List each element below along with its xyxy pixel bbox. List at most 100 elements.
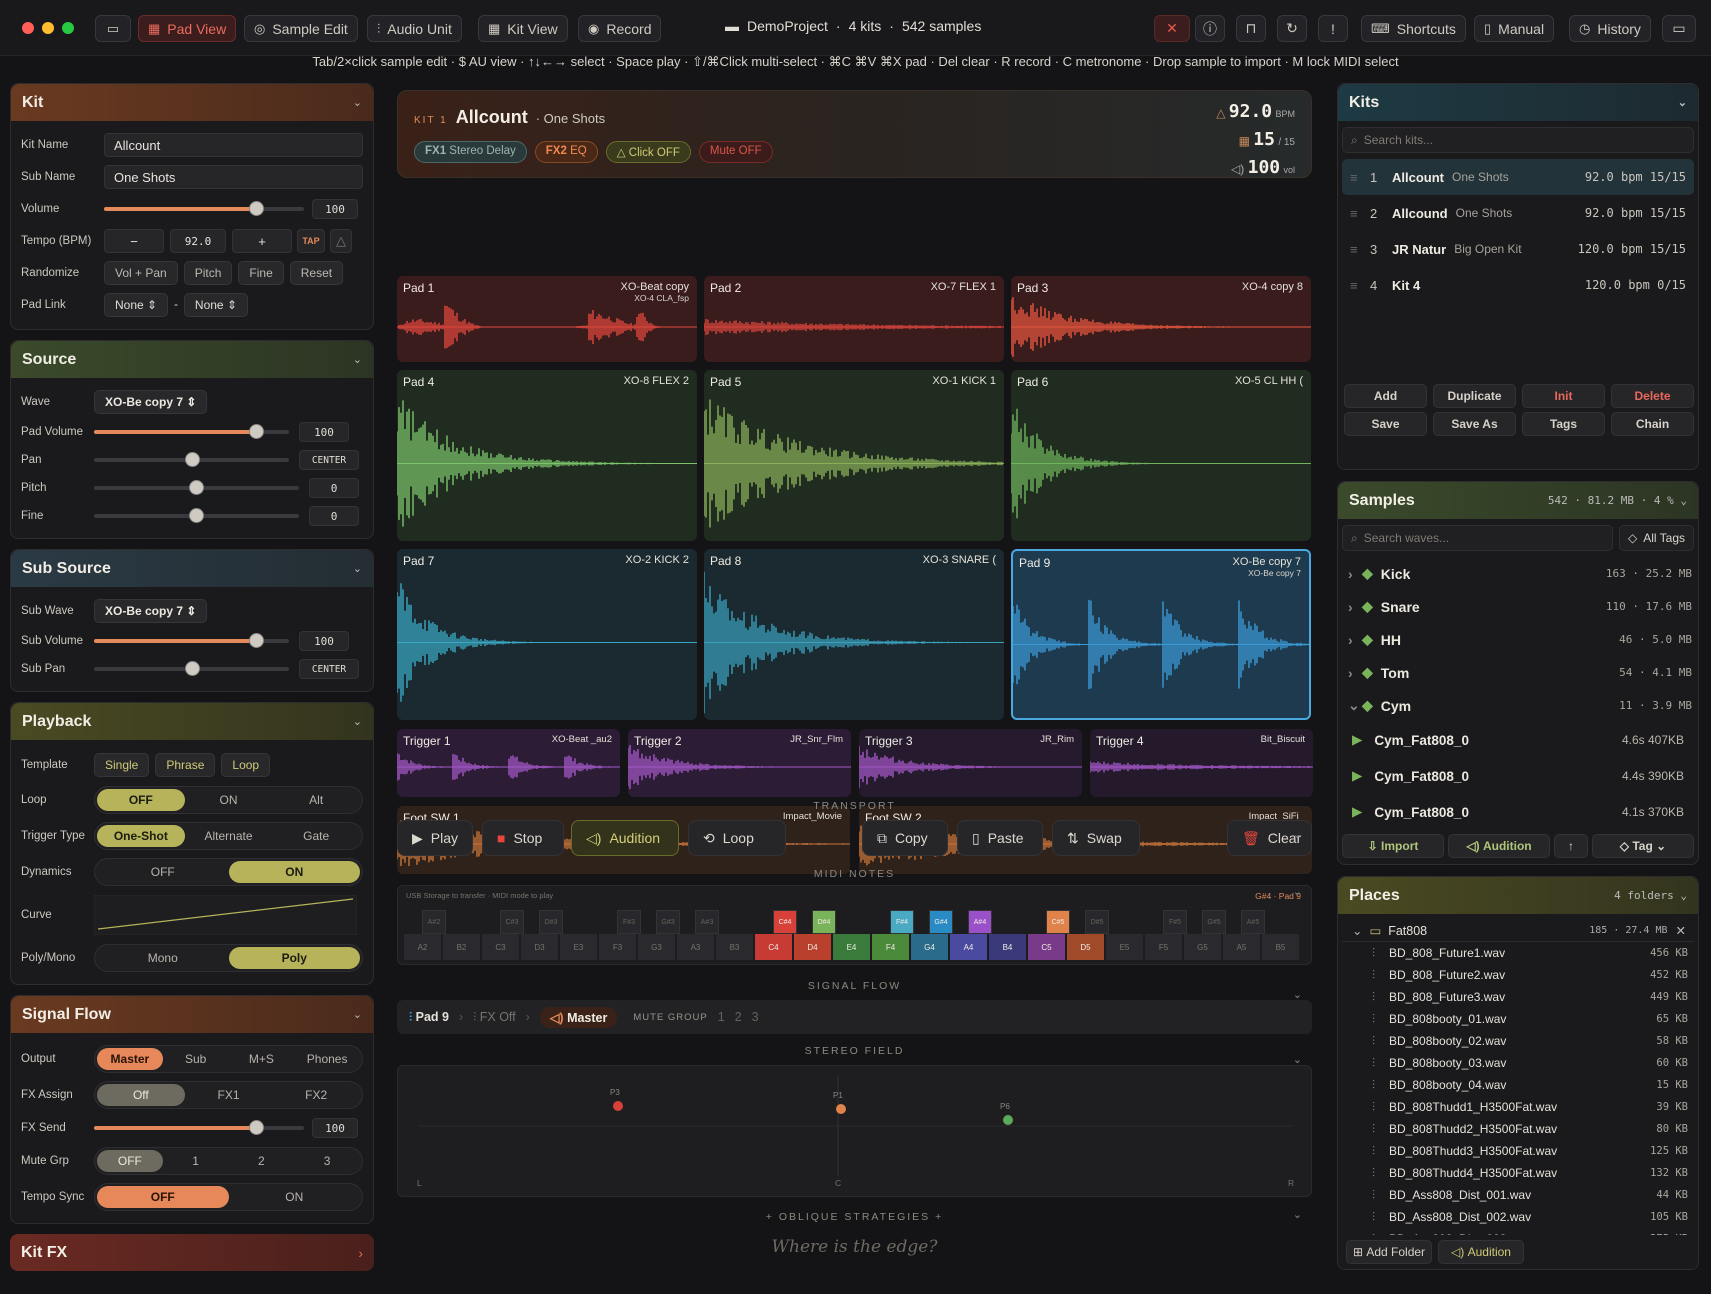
inspector-toggle-button[interactable]: ▭	[1662, 15, 1696, 42]
fx-assign-fx1-option[interactable]: FX1	[185, 1084, 273, 1106]
audio-unit-button[interactable]: ⫶ Audio Unit	[367, 15, 462, 42]
sub-pan-value[interactable]: CENTER	[299, 659, 359, 679]
places-panel-header[interactable]: Places 4 folders ⌄	[1338, 877, 1698, 914]
play-icon[interactable]: ▶	[1352, 768, 1362, 784]
folder-row[interactable]: ⌄ ▭ Fat808 185 · 27.4 MB ✕	[1342, 920, 1694, 942]
close-window-button[interactable]	[22, 22, 34, 34]
signal-pad-chip[interactable]: ⫶ Pad 9	[409, 1010, 449, 1025]
trigger-gate-option[interactable]: Gate	[272, 825, 360, 847]
midi-black-key[interactable]: C#3	[500, 910, 524, 934]
kit-name-field[interactable]: Allcount	[104, 133, 363, 157]
mute-group-option[interactable]: 2	[735, 1010, 742, 1024]
midi-black-key[interactable]: A#5	[1241, 910, 1265, 934]
midi-white-key[interactable]: G4	[911, 934, 948, 960]
shortcuts-button[interactable]: ⌨ Shortcuts	[1361, 15, 1466, 42]
chevron-down-icon[interactable]: ⌄	[1293, 1053, 1302, 1066]
pad-3[interactable]: Pad 3 XO-4 copy 8	[1011, 276, 1311, 362]
sub-volume-slider[interactable]	[94, 633, 289, 648]
fx-send-slider[interactable]	[94, 1120, 304, 1135]
midi-white-key[interactable]: E4	[833, 934, 870, 960]
drag-handle-icon[interactable]: ≡	[1350, 242, 1370, 257]
loop-on-option[interactable]: ON	[185, 789, 273, 811]
file-row[interactable]: ⫶ BD_808booty_01.wav 65 KB	[1338, 1008, 1698, 1030]
file-row[interactable]: ⫶ BD_808booty_04.wav 15 KB	[1338, 1074, 1698, 1096]
midi-white-key[interactable]: C3	[482, 934, 519, 960]
pad-link-select-a[interactable]: None ⇕	[104, 293, 169, 317]
kit-volume-value[interactable]: 100	[312, 199, 358, 219]
midi-white-key[interactable]: F4	[872, 934, 909, 960]
record-button[interactable]: ◉ Record	[578, 15, 662, 42]
signal-fx-chip[interactable]: ⫶ FX Off	[473, 1010, 516, 1025]
kit-row[interactable]: ≡ 2 Allcound One Shots 92.0 bpm 15/15	[1342, 195, 1694, 231]
poly-option[interactable]: Poly	[228, 947, 360, 969]
tempo-sync-off-option[interactable]: OFF	[97, 1186, 229, 1208]
pitch-slider[interactable]	[94, 480, 299, 495]
midi-white-key[interactable]: G5	[1184, 934, 1221, 960]
midi-black-key[interactable]: F#5	[1163, 910, 1187, 934]
dynamics-off-option[interactable]: OFF	[97, 861, 229, 883]
midi-white-key[interactable]: C4	[755, 934, 792, 960]
midi-black-key[interactable]: G#4	[929, 910, 953, 934]
sample-item-row[interactable]: ▶ Cym_Fat808_0 4.1s 370KB	[1338, 794, 1698, 830]
file-row[interactable]: ⫶ BD_808booty_02.wav 58 KB	[1338, 1030, 1698, 1052]
fine-slider[interactable]	[94, 508, 299, 523]
pad-view-button[interactable]: ▦ Pad View	[138, 15, 237, 42]
kit-action-add-button[interactable]: Add	[1344, 384, 1427, 408]
randomize-vol-pan-button[interactable]: Vol + Pan	[104, 261, 178, 285]
trigger-pad-1[interactable]: Trigger 1 XO-Beat _au2	[397, 729, 620, 797]
samples-search-input[interactable]: ⌕ Search waves...	[1342, 525, 1613, 551]
mute-group-option[interactable]: 3	[752, 1010, 759, 1024]
stereo-point-p6[interactable]	[1003, 1115, 1013, 1125]
midi-black-key[interactable]: G#5	[1202, 910, 1226, 934]
play-icon[interactable]: ▶	[1352, 804, 1362, 820]
midi-black-key[interactable]: A#3	[695, 910, 719, 934]
fx-assign-fx2-option[interactable]: FX2	[272, 1084, 360, 1106]
sub-name-field[interactable]: One Shots	[104, 165, 363, 189]
kit-section-header[interactable]: Kit ⌄	[11, 84, 373, 121]
metronome-button[interactable]: △	[330, 229, 352, 253]
file-row[interactable]: ⫶ BD_808Thudd1_H3500Fat.wav 39 KB	[1338, 1096, 1698, 1118]
randomize-fine-button[interactable]: Fine	[238, 261, 284, 285]
midi-white-key[interactable]: D5	[1067, 934, 1104, 960]
chevron-down-icon[interactable]: ⌄	[1293, 885, 1302, 898]
midi-white-key[interactable]: E5	[1106, 934, 1143, 960]
mono-option[interactable]: Mono	[97, 947, 229, 969]
midi-white-key[interactable]: F3	[599, 934, 636, 960]
randomize-pitch-button[interactable]: Pitch	[183, 261, 233, 285]
pitch-value[interactable]: 0	[309, 478, 359, 498]
midi-black-key[interactable]: G#3	[656, 910, 680, 934]
history-button[interactable]: ◷ History	[1569, 15, 1651, 42]
output-master-option[interactable]: Master	[97, 1048, 163, 1070]
midi-white-key[interactable]: B5	[1262, 934, 1299, 960]
kit-action-delete-button[interactable]: Delete	[1611, 384, 1694, 408]
mute-button[interactable]: ✕	[1154, 15, 1190, 42]
midi-white-key[interactable]: D4	[794, 934, 831, 960]
sample-item-row[interactable]: ▶ Cym_Fat808_0 4.4s 390KB	[1338, 758, 1698, 794]
sidebar-toggle-button[interactable]: ▭	[95, 15, 131, 42]
pad-volume-value[interactable]: 100	[299, 422, 349, 442]
manual-button[interactable]: ▯ Manual	[1474, 15, 1555, 42]
file-row[interactable]: ⫶ BD_808booty_03.wav 60 KB	[1338, 1052, 1698, 1074]
sample-category-row[interactable]: › ◆ Snare 110 · 17.6 MB	[1338, 590, 1698, 623]
import-button[interactable]: ⇩ Import	[1342, 834, 1444, 858]
trigger-alternate-option[interactable]: Alternate	[185, 825, 273, 847]
output-phones-option[interactable]: Phones	[294, 1048, 360, 1070]
pad-2[interactable]: Pad 2 XO-7 FLEX 1	[704, 276, 1004, 362]
sample-category-row[interactable]: › ◆ Kick 163 · 25.2 MB	[1338, 557, 1698, 590]
pad-9[interactable]: Pad 9 XO-Be copy 7 XO-Be copy 7	[1011, 549, 1311, 720]
all-tags-button[interactable]: ◇ All Tags	[1618, 525, 1694, 551]
file-row[interactable]: ⫶ BD_808_Future2.wav 452 KB	[1338, 964, 1698, 986]
sub-wave-select[interactable]: XO-Be copy 7 ⇕	[94, 599, 208, 623]
pad-link-select-b[interactable]: None ⇕	[183, 293, 248, 317]
kit-action-save-button[interactable]: Save	[1344, 412, 1427, 436]
kits-panel-header[interactable]: Kits ⌄	[1338, 84, 1698, 121]
stop-button[interactable]: ■ Stop	[482, 820, 564, 856]
kit-row[interactable]: ≡ 4 Kit 4 120.0 bpm 0/15	[1342, 267, 1694, 303]
pad-8[interactable]: Pad 8 XO-3 SNARE (	[704, 549, 1004, 720]
midi-white-key[interactable]: B2	[443, 934, 480, 960]
close-icon[interactable]: ✕	[1676, 923, 1686, 938]
midi-black-key[interactable]: F#4	[890, 910, 914, 934]
samples-audition-button[interactable]: ◁) Audition	[1448, 834, 1550, 858]
kit-action-init-button[interactable]: Init	[1522, 384, 1605, 408]
click-badge[interactable]: △ Click OFF	[605, 141, 691, 163]
